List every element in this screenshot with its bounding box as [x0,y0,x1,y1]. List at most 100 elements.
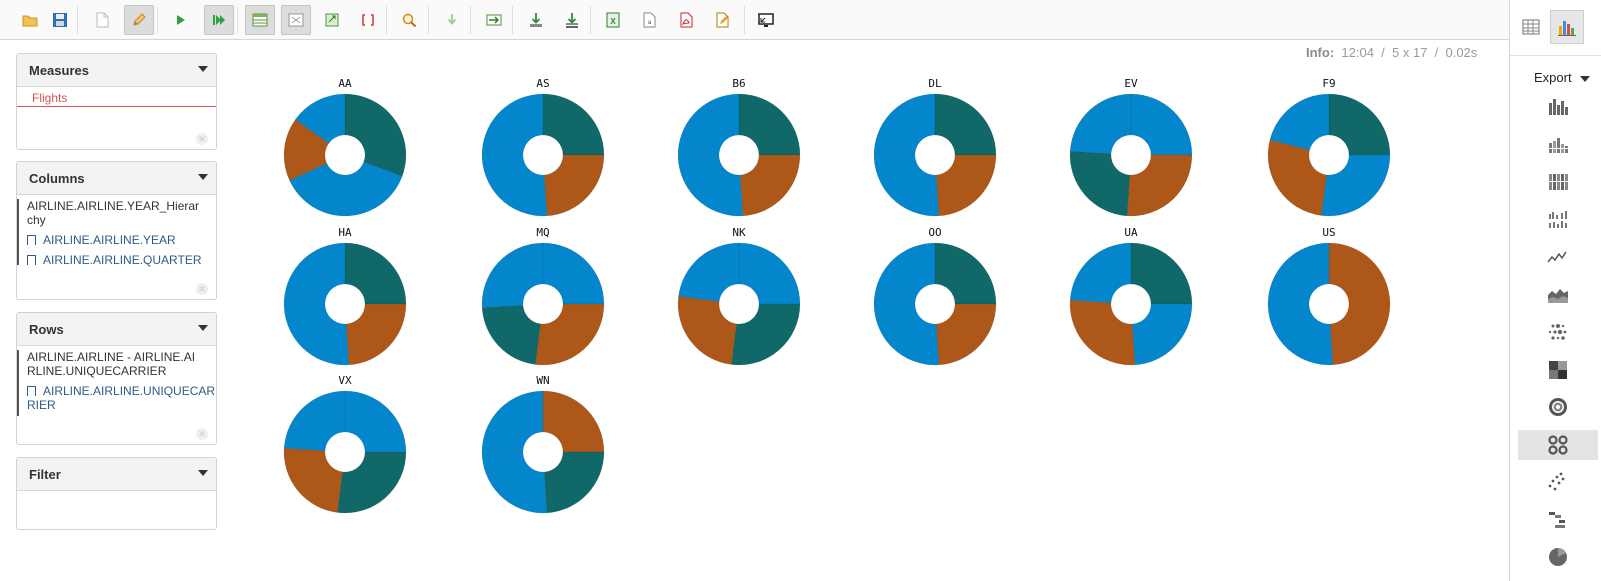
stacked-bar-chart-type[interactable] [1518,130,1598,160]
bar-chart-icon [1558,21,1576,36]
donut-slice[interactable] [481,242,544,309]
donut-aa[interactable]: AA [283,77,407,217]
donut-slice[interactable] [1130,93,1193,156]
donut-slice[interactable] [481,304,541,365]
multiple-donut-chart: AA AS B6 DL EV F9 HA MQ NK OO UA US VX WN [283,77,1391,514]
donut-slice[interactable] [1130,242,1193,305]
area-chart-type[interactable] [1518,280,1598,310]
donut-slice[interactable] [283,447,343,513]
donut-title: F9 [1322,77,1335,90]
donut-slice[interactable] [283,390,346,452]
pie-chart-type[interactable] [1518,542,1598,572]
donut-slice[interactable] [873,299,940,366]
donut-b6[interactable]: B6 [677,77,801,217]
donut-slice[interactable] [1269,93,1330,151]
100-percent-bar-chart-type[interactable] [1518,167,1598,197]
donut-slice[interactable] [731,303,801,366]
donut-slice[interactable] [481,390,544,452]
donut-mq[interactable]: MQ [481,226,605,366]
donut-title: NK [732,226,746,239]
chart-view-tab[interactable] [1550,10,1584,44]
donut-slice[interactable] [1267,242,1334,366]
donut-slice[interactable] [1328,93,1391,156]
donut-title: US [1322,226,1335,239]
export-dropdown[interactable]: Export [1534,70,1572,85]
heatgrid-chart-type[interactable] [1518,355,1598,385]
view-switcher [1510,0,1601,56]
scatter-chart-type[interactable] [1518,467,1598,497]
donut-wn[interactable]: WN [481,374,605,514]
donut-slice[interactable] [738,93,801,156]
donut-title: MQ [536,226,549,239]
donut-slice[interactable] [677,93,740,155]
donut-slice[interactable] [873,150,940,217]
donut-title: VX [338,374,352,387]
donut-slice[interactable] [344,242,407,305]
donut-slice[interactable] [345,303,407,366]
donut-slice[interactable] [543,451,605,514]
donut-slice[interactable] [542,242,605,305]
donut-vx[interactable]: VX [283,374,407,514]
donut-slice[interactable] [935,154,997,217]
donut-slice[interactable] [481,447,548,514]
donut-slice[interactable] [535,303,605,366]
donut-slice[interactable] [1069,299,1136,366]
donut-slice[interactable] [542,93,605,156]
donut-slice[interactable] [542,390,605,453]
donut-ha[interactable]: HA [283,226,407,366]
stacked-bar-icon [1549,137,1568,153]
donut-slice[interactable] [1131,303,1193,366]
waterfall-chart-type[interactable] [1518,505,1598,535]
donut-slice[interactable] [934,242,997,305]
table-view-tab[interactable] [1514,10,1548,44]
donut-slice[interactable] [677,150,744,217]
dot-chart-type[interactable] [1518,317,1598,347]
donut-oo[interactable]: OO [873,226,997,366]
donut-us[interactable]: US [1267,226,1391,366]
chart-options-sidebar: Export [1509,0,1601,581]
donut-slice[interactable] [739,154,801,217]
donut-slice[interactable] [1267,139,1327,216]
donut-slice[interactable] [283,242,346,304]
donut-slice[interactable] [1069,242,1132,304]
donut-title: AS [536,77,549,90]
donut-slice[interactable] [283,299,350,366]
dot-chart-icon [1548,324,1567,340]
donut-slice[interactable] [1126,154,1193,217]
donut-slice[interactable] [934,93,997,156]
donut-ua[interactable]: UA [1069,226,1193,366]
donut-slice[interactable] [677,296,737,365]
donut-title: HA [338,226,352,239]
donut-slice[interactable] [344,93,407,177]
donut-slice[interactable] [1321,154,1391,217]
donut-slice[interactable] [678,242,740,302]
heatgrid-icon [1549,360,1567,379]
area-chart-icon [1548,288,1568,303]
donut-slice[interactable] [873,242,936,304]
donut-nk[interactable]: NK [677,226,801,366]
donut-slice[interactable] [935,303,997,366]
waterfall-icon [1549,511,1565,528]
chevron-down-icon[interactable] [1580,76,1590,82]
donut-dl[interactable]: DL [873,77,997,217]
donut-ev[interactable]: EV [1069,77,1193,217]
donut-slice[interactable] [481,150,548,217]
donut-slice[interactable] [543,154,605,217]
scatter-icon [1548,472,1565,491]
multiple-bar-chart-type[interactable] [1518,205,1598,235]
donut-slice[interactable] [481,93,544,155]
line-chart-type[interactable] [1518,242,1598,272]
donut-slice[interactable] [337,451,407,514]
multiple-donut-chart-type[interactable] [1518,429,1598,460]
donut-as[interactable]: AS [481,77,605,217]
donut-slice[interactable] [1328,242,1391,366]
table-grid-icon [1522,19,1540,35]
donut-slice[interactable] [873,93,936,155]
donut-slice[interactable] [344,390,407,453]
donut-slice[interactable] [1069,150,1131,217]
donut-f9[interactable]: F9 [1267,77,1391,217]
bar-chart-type[interactable] [1518,92,1598,122]
sunburst-chart-type[interactable] [1518,392,1598,422]
donut-slice[interactable] [738,242,801,305]
donut-slice[interactable] [1069,93,1132,155]
